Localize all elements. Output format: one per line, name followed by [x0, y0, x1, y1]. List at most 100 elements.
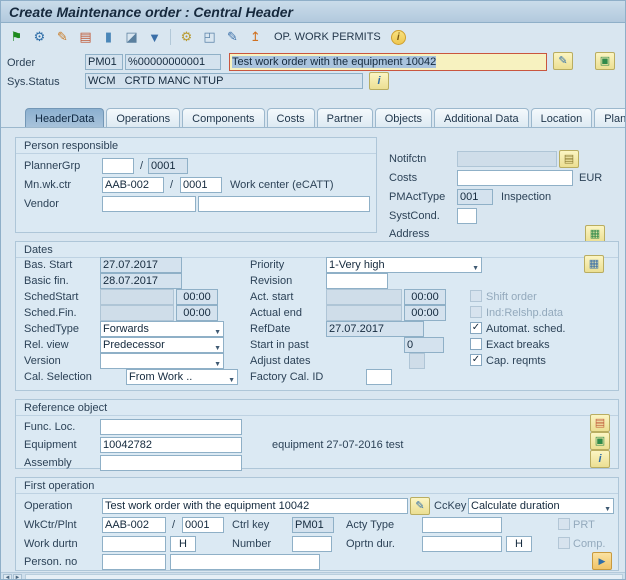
calendar-icon[interactable]: ▦ — [584, 255, 604, 273]
costs-field[interactable] — [457, 170, 573, 186]
horizontal-scrollbar[interactable]: ◄ ► — [1, 572, 625, 580]
act-start-label: Act. start — [250, 291, 293, 303]
measurement-pencil-icon[interactable]: ✎ — [52, 27, 73, 47]
prt-label: PRT — [573, 519, 595, 531]
tab-costs[interactable]: Costs — [267, 108, 315, 128]
first-operation-group: First operation Operation Test work orde… — [15, 477, 619, 571]
status-info-icon[interactable]: i — [369, 72, 389, 90]
start-in-past-field[interactable]: 0 — [404, 337, 444, 353]
order-number-field[interactable]: %00000000001 — [125, 54, 221, 70]
op-work-permits-button[interactable]: OP. WORK PERMITS — [274, 31, 381, 43]
syst-cond-field[interactable] — [457, 208, 477, 224]
exact-breaks-checkbox[interactable] — [470, 338, 482, 350]
sched-start-field[interactable] — [100, 289, 174, 305]
vendor-field[interactable] — [102, 196, 196, 212]
tab-planning[interactable]: Planning — [594, 108, 626, 128]
main-work-ctr-plant-field[interactable]: 0001 — [180, 177, 222, 193]
act-start-field[interactable] — [326, 289, 402, 305]
tab-objects[interactable]: Objects — [375, 108, 432, 128]
graphic-icon[interactable]: ▼ — [144, 27, 165, 47]
info-circle-icon[interactable]: i — [391, 30, 406, 45]
basic-fin-field[interactable]: 28.07.2017 — [100, 273, 182, 289]
operation-long-text-icon[interactable]: ✎ — [410, 497, 430, 515]
pm-act-type-field[interactable]: 001 — [457, 189, 493, 205]
actual-end-field[interactable] — [326, 305, 402, 321]
plnt-field[interactable]: 0001 — [182, 517, 224, 533]
order-type-field[interactable]: PM01 — [85, 54, 123, 70]
tab-components[interactable]: Components — [182, 108, 264, 128]
operation-label: Operation — [24, 500, 72, 512]
automat-sched-checkbox[interactable]: ✓ — [470, 322, 482, 334]
sched-fin-time-field[interactable]: 00:00 — [176, 305, 218, 321]
planner-grp-plant-field[interactable]: 0001 — [148, 158, 188, 174]
object-list-icon[interactable]: ▤ — [75, 27, 96, 47]
equipment-field[interactable]: 10042782 — [100, 437, 242, 453]
actual-end-time-field[interactable]: 00:00 — [404, 305, 446, 321]
tab-headerdata[interactable]: HeaderData — [25, 108, 104, 128]
sched-start-label: SchedStart — [24, 291, 78, 303]
number-field[interactable] — [292, 536, 332, 552]
order-short-text-field[interactable]: Test work order with the equipment 10042 — [229, 53, 547, 71]
wkctr-field[interactable]: AAB-002 — [102, 517, 166, 533]
assembly-field[interactable] — [100, 455, 242, 471]
cckey-dropdown[interactable]: Calculate duration — [468, 498, 614, 514]
order-settings-icon[interactable]: ⚙ — [29, 27, 50, 47]
acty-type-field[interactable] — [422, 517, 502, 533]
func-loc-field[interactable] — [100, 419, 242, 435]
tab-location[interactable]: Location — [531, 108, 593, 128]
act-start-time-field[interactable]: 00:00 — [404, 289, 446, 305]
bas-start-field[interactable]: 27.07.2017 — [100, 257, 182, 273]
person-name-field[interactable] — [170, 554, 320, 570]
extras-gear-icon[interactable]: ⚙ — [176, 27, 197, 47]
hierarchy-icon[interactable]: ▤ — [590, 414, 610, 432]
capacity-icon[interactable]: ▶ — [592, 552, 612, 570]
tab-operations[interactable]: Operations — [106, 108, 180, 128]
oprtn-dur-unit-field[interactable]: H — [506, 536, 532, 552]
ref-date-field[interactable]: 27.07.2017 — [326, 321, 424, 337]
work-durtn-unit-field[interactable]: H — [170, 536, 196, 552]
oprtn-dur-field[interactable] — [422, 536, 502, 552]
sched-start-time-field[interactable]: 00:00 — [176, 289, 218, 305]
export-icon[interactable]: ↥ — [245, 27, 266, 47]
ind-relshp-checkbox[interactable] — [470, 306, 482, 318]
rel-view-dropdown[interactable]: Predecessor — [100, 337, 224, 353]
planner-grp-field[interactable] — [102, 158, 134, 174]
person-no-field[interactable] — [102, 554, 166, 570]
partner-pencil-icon[interactable]: ✎ — [222, 27, 243, 47]
scrollbar-track[interactable] — [25, 574, 623, 580]
sched-fin-field[interactable] — [100, 305, 174, 321]
shift-order-checkbox[interactable] — [470, 290, 482, 302]
group-title: Reference object — [24, 402, 107, 414]
dates-group: Dates Bas. Start 27.07.2017 Basic fin. 2… — [15, 241, 619, 391]
priority-dropdown[interactable]: 1-Very high — [326, 257, 482, 273]
scroll-right-icon[interactable]: ► — [13, 574, 22, 580]
revision-field[interactable] — [326, 273, 388, 289]
version-dropdown[interactable] — [100, 353, 224, 369]
create-note-icon[interactable]: ▤ — [559, 150, 579, 168]
display-range-icon[interactable]: ▮ — [98, 27, 119, 47]
notification-field[interactable] — [457, 151, 557, 167]
main-work-ctr-field[interactable]: AAB-002 — [102, 177, 164, 193]
detail-window-icon[interactable]: ◰ — [199, 27, 220, 47]
tab-additional-data[interactable]: Additional Data — [434, 108, 529, 128]
comp-checkbox[interactable] — [558, 537, 570, 549]
sched-type-label: SchedType — [24, 323, 79, 335]
vendor-description-field[interactable] — [198, 196, 370, 212]
prt-checkbox[interactable] — [558, 518, 570, 530]
sched-type-dropdown[interactable]: Forwards — [100, 321, 224, 337]
cap-reqmts-checkbox[interactable]: ✓ — [470, 354, 482, 366]
operation-field[interactable]: Test work order with the equipment 10042 — [102, 498, 408, 514]
work-durtn-field[interactable] — [102, 536, 166, 552]
change-layout-icon[interactable]: ▣ — [595, 52, 615, 70]
release-flag-icon[interactable]: ⚑ — [6, 27, 27, 47]
ctrl-key-field[interactable]: PM01 — [292, 517, 334, 533]
factory-cal-field[interactable] — [366, 369, 392, 385]
adjust-dates-field[interactable] — [409, 353, 425, 369]
tab-partner[interactable]: Partner — [317, 108, 373, 128]
structure-icon[interactable]: ▣ — [590, 432, 610, 450]
relationships-icon[interactable]: ◪ — [121, 27, 142, 47]
cal-selection-dropdown[interactable]: From Work .. — [126, 369, 238, 385]
scroll-left-icon[interactable]: ◄ — [3, 574, 12, 580]
long-text-icon[interactable]: ✎ — [553, 52, 573, 70]
object-info-icon[interactable]: i — [590, 450, 610, 468]
